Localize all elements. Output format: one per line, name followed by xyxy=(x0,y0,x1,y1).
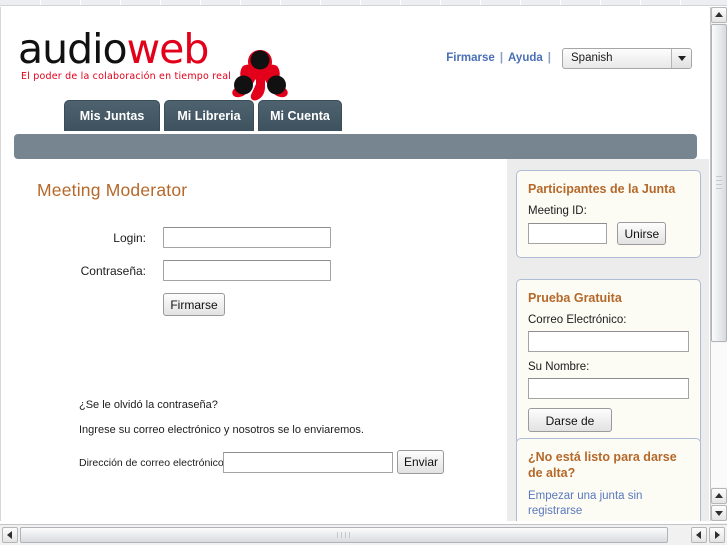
logo-word-red: web xyxy=(126,25,210,73)
panel-participantes-title: Participantes de la Junta xyxy=(528,182,676,196)
grip-icon xyxy=(716,176,722,190)
join-meeting-button[interactable]: Unirse xyxy=(617,222,667,245)
login-input[interactable] xyxy=(163,227,331,248)
link-separator-1: | xyxy=(499,52,504,64)
signup-button[interactable]: Darse de Alta xyxy=(528,408,612,450)
panel-participantes: Participantes de la Junta Meeting ID: Un… xyxy=(516,170,701,258)
sidebar: Participantes de la Junta Meeting ID: Un… xyxy=(506,159,709,521)
header-utility-links: Firmarse | Ayuda | Spanish xyxy=(446,47,692,69)
help-link[interactable]: Ayuda xyxy=(508,52,543,64)
forgot-email-label: Dirección de correo electrónico: xyxy=(79,457,227,469)
password-row: Contraseña: xyxy=(1,260,506,288)
triangle-left-icon-2 xyxy=(696,531,701,539)
site-logo[interactable]: audioweb El poder de la colaboración en … xyxy=(18,25,288,101)
login-form: Login: Contraseña: Firmarse xyxy=(1,227,506,326)
scroll-down-button-1[interactable] xyxy=(711,488,727,504)
language-select-value: Spanish xyxy=(571,51,613,64)
triangle-right-icon xyxy=(715,531,720,539)
password-label: Contraseña: xyxy=(80,264,146,278)
logo-wordmark: audioweb xyxy=(18,25,210,73)
forgot-password-question: ¿Se le olvidó la contraseña? xyxy=(79,399,218,411)
page-title: Meeting Moderator xyxy=(37,180,188,200)
browser-viewport: audioweb El poder de la colaboración en … xyxy=(0,0,727,545)
trial-name-label: Su Nombre: xyxy=(528,361,590,373)
signin-button[interactable]: Firmarse xyxy=(163,293,225,316)
login-row: Login: xyxy=(1,227,506,255)
scroll-vertical-track[interactable] xyxy=(711,343,727,487)
scrollbar-vertical[interactable] xyxy=(710,7,727,521)
forgot-password-instruction: Ingrese su correo electrónico y nosotros… xyxy=(79,424,364,436)
language-select[interactable]: Spanish xyxy=(562,47,692,69)
start-meeting-link-line1[interactable]: Empezar una junta sin xyxy=(528,489,689,504)
main-column: Meeting Moderator Login: Contraseña: Fir… xyxy=(1,159,506,521)
scroll-vertical-thumb[interactable] xyxy=(711,24,727,342)
logo-tagline: El poder de la colaboración en tiempo re… xyxy=(21,71,232,82)
content-area: Meeting Moderator Login: Contraseña: Fir… xyxy=(1,159,709,521)
scroll-down-button-2[interactable] xyxy=(711,505,727,521)
meeting-id-label: Meeting ID: xyxy=(528,205,587,217)
signin-link[interactable]: Firmarse xyxy=(446,52,495,64)
scroll-up-button[interactable] xyxy=(711,7,727,23)
submit-row: Firmarse xyxy=(1,293,506,321)
forgot-password-row: Dirección de correo electrónico: Enviar xyxy=(79,450,499,476)
triangle-down-icon xyxy=(715,511,723,516)
panel-prueba-title: Prueba Gratuita xyxy=(528,291,622,305)
main-nav-tabs: Mis Juntas Mi Libreria Mi Cuenta xyxy=(1,100,709,135)
trial-email-label: Correo Electrónico: xyxy=(528,314,627,326)
triangle-left-icon xyxy=(7,531,12,539)
scroll-horizontal-thumb[interactable] xyxy=(20,527,668,543)
panel-no-esta-listo: ¿No está listo para darse de alta? Empez… xyxy=(516,438,701,521)
nav-band xyxy=(14,134,697,159)
scroll-right-button-1[interactable] xyxy=(691,527,707,543)
panel-no-listo-title: ¿No está listo para darse de alta? xyxy=(528,450,677,480)
trial-email-input[interactable] xyxy=(528,331,689,352)
tab-mi-libreria[interactable]: Mi Libreria xyxy=(164,100,254,131)
scroll-right-button-2[interactable] xyxy=(709,527,725,543)
triangle-up-icon xyxy=(715,12,723,17)
grip-icon-h xyxy=(337,532,351,538)
forgot-password-block: ¿Se le olvidó la contraseña? Ingrese su … xyxy=(79,399,499,476)
people-trefoil-icon xyxy=(231,43,289,105)
site-root: audioweb El poder de la colaboración en … xyxy=(1,7,709,521)
link-separator-2: | xyxy=(547,52,551,64)
language-select-dropdown-button[interactable] xyxy=(671,48,691,68)
password-input[interactable] xyxy=(163,260,331,281)
scroll-left-button[interactable] xyxy=(2,527,18,543)
panel-prueba-gratuita: Prueba Gratuita Correo Electrónico: Su N… xyxy=(516,279,701,450)
tab-mi-cuenta[interactable]: Mi Cuenta xyxy=(258,100,342,131)
window-top-strip xyxy=(0,0,727,6)
site-header: audioweb El poder de la colaboración en … xyxy=(1,7,709,101)
triangle-up-icon-2 xyxy=(715,493,723,498)
page-frame: audioweb El poder de la colaboración en … xyxy=(0,7,709,521)
meeting-id-input[interactable] xyxy=(528,223,607,244)
scrollbar-horizontal[interactable] xyxy=(0,524,727,545)
trial-name-input[interactable] xyxy=(528,378,689,399)
send-password-button[interactable]: Enviar xyxy=(397,450,444,474)
logo-word-black: audio xyxy=(18,25,128,73)
start-meeting-link-line2[interactable]: registrarse xyxy=(528,504,689,519)
chevron-down-icon xyxy=(677,56,686,61)
login-label: Login: xyxy=(113,231,146,245)
forgot-email-input[interactable] xyxy=(223,452,393,473)
tab-mis-juntas[interactable]: Mis Juntas xyxy=(64,100,160,131)
